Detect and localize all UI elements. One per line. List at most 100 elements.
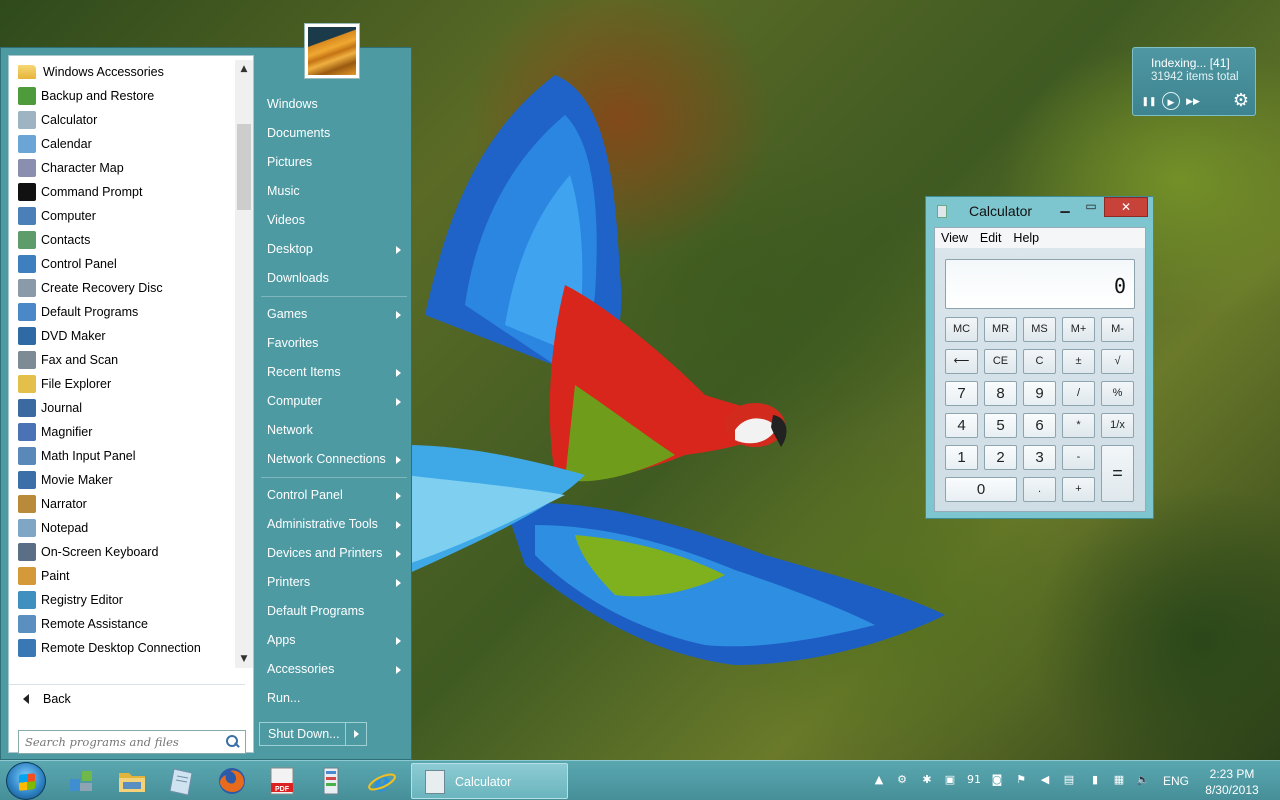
place-item[interactable]: Games xyxy=(259,300,407,329)
key-mc[interactable]: MC xyxy=(945,317,978,342)
program-item[interactable]: Remote Assistance xyxy=(9,612,235,636)
program-item[interactable]: Calculator xyxy=(9,108,235,132)
program-item[interactable]: Backup and Restore xyxy=(9,84,235,108)
key-equals[interactable]: = xyxy=(1101,445,1134,502)
program-item[interactable]: File Explorer xyxy=(9,372,235,396)
search-icon[interactable] xyxy=(223,733,241,751)
maximize-button[interactable]: ▭ xyxy=(1078,197,1104,217)
program-item[interactable]: Notepad xyxy=(9,516,235,540)
program-item[interactable]: Character Map xyxy=(9,156,235,180)
program-item[interactable]: Control Panel xyxy=(9,252,235,276)
file-explorer-icon[interactable] xyxy=(116,765,148,797)
key-1[interactable]: 1 xyxy=(945,445,978,470)
program-item[interactable]: Magnifier xyxy=(9,420,235,444)
play-icon[interactable]: ▶ xyxy=(1162,92,1180,110)
network-icon[interactable]: ▦ xyxy=(1112,773,1126,787)
place-item[interactable]: Computer xyxy=(259,387,407,416)
place-item[interactable]: Favorites xyxy=(259,329,407,358)
network-adapter-tray-icon[interactable]: ⚙ xyxy=(895,773,909,787)
signal-bars-icon[interactable]: ▮ xyxy=(1088,773,1102,787)
place-item[interactable]: Windows xyxy=(259,90,407,119)
key-backspace[interactable]: ⟵ xyxy=(945,349,978,374)
key-6[interactable]: 6 xyxy=(1023,413,1056,438)
search-input[interactable] xyxy=(19,732,223,752)
key-multiply[interactable]: * xyxy=(1062,413,1095,438)
star-tray-icon[interactable]: ✱ xyxy=(920,773,934,787)
key-2[interactable]: 2 xyxy=(984,445,1017,470)
program-item[interactable]: Math Input Panel xyxy=(9,444,235,468)
menu-edit[interactable]: Edit xyxy=(980,231,1002,245)
place-item[interactable]: Recent Items xyxy=(259,358,407,387)
fast-forward-icon[interactable]: ▶▶ xyxy=(1184,92,1202,110)
key-add[interactable]: + xyxy=(1062,477,1095,502)
key-8[interactable]: 8 xyxy=(984,381,1017,406)
place-item[interactable]: Default Programs xyxy=(259,597,407,626)
program-item[interactable]: Movie Maker xyxy=(9,468,235,492)
shutdown-button[interactable]: Shut Down... xyxy=(259,722,367,746)
place-item[interactable]: Apps xyxy=(259,626,407,655)
speaker-small-icon[interactable]: ◀ xyxy=(1038,773,1052,787)
key-9[interactable]: 9 xyxy=(1023,381,1056,406)
program-item[interactable]: On-Screen Keyboard xyxy=(9,540,235,564)
program-item[interactable]: Fax and Scan xyxy=(9,348,235,372)
clock[interactable]: 2:23 PM 8/30/2013 xyxy=(1196,766,1268,798)
gear-icon[interactable]: ⚙ xyxy=(1231,90,1251,110)
internet-explorer-icon[interactable]: e xyxy=(366,765,398,797)
language-indicator[interactable]: ENG xyxy=(1163,774,1189,788)
scroll-up-icon[interactable]: ▲ xyxy=(235,60,253,78)
program-item[interactable]: Journal xyxy=(9,396,235,420)
program-item[interactable]: DVD Maker xyxy=(9,324,235,348)
key-5[interactable]: 5 xyxy=(984,413,1017,438)
calculator-titlebar[interactable]: Calculator ▁ ▭ ✕ xyxy=(926,197,1153,225)
program-item[interactable]: Command Prompt xyxy=(9,180,235,204)
program-item[interactable]: Calendar xyxy=(9,132,235,156)
key-reciprocal[interactable]: 1/x xyxy=(1101,413,1134,438)
key-ce[interactable]: CE xyxy=(984,349,1017,374)
notepad-icon[interactable] xyxy=(166,765,198,797)
network-tools-icon[interactable] xyxy=(66,765,98,797)
key-ms[interactable]: MS xyxy=(1023,317,1056,342)
key-m-minus[interactable]: M- xyxy=(1101,317,1134,342)
close-button[interactable]: ✕ xyxy=(1104,197,1148,217)
menu-help[interactable]: Help xyxy=(1013,231,1039,245)
device-tray-icon[interactable]: ▤ xyxy=(1062,773,1076,787)
place-item[interactable]: Pictures xyxy=(259,148,407,177)
monitor-tray-icon[interactable]: ▣ xyxy=(943,773,957,787)
key-divide[interactable]: / xyxy=(1062,381,1095,406)
program-item[interactable]: Paint xyxy=(9,564,235,588)
place-item[interactable]: Printers xyxy=(259,568,407,597)
key-0[interactable]: 0 xyxy=(945,477,1017,502)
pdf-icon[interactable]: PDF xyxy=(266,765,298,797)
firefox-icon[interactable] xyxy=(216,765,248,797)
task-manager-icon[interactable] xyxy=(316,765,348,797)
place-item[interactable]: Network Connections xyxy=(259,445,407,474)
key-negate[interactable]: ± xyxy=(1062,349,1095,374)
scroll-thumb[interactable] xyxy=(237,124,251,210)
key-subtract[interactable]: - xyxy=(1062,445,1095,470)
user-picture[interactable] xyxy=(304,23,360,79)
place-item[interactable]: Network xyxy=(259,416,407,445)
show-hidden-icons-icon[interactable]: ▲ xyxy=(872,773,886,787)
temperature-tray[interactable]: 91 xyxy=(966,773,982,787)
place-item[interactable]: Documents xyxy=(259,119,407,148)
program-item[interactable]: Computer xyxy=(9,204,235,228)
program-list-scrollbar[interactable]: ▲ ▼ xyxy=(235,60,253,668)
calculator-app-icon[interactable] xyxy=(937,205,947,218)
key-percent[interactable]: % xyxy=(1101,381,1134,406)
search-box[interactable] xyxy=(18,730,246,754)
key-m-plus[interactable]: M+ xyxy=(1062,317,1095,342)
key-decimal[interactable]: . xyxy=(1023,477,1056,502)
program-item[interactable]: Default Programs xyxy=(9,300,235,324)
program-item[interactable]: Registry Editor xyxy=(9,588,235,612)
action-center-flag-icon[interactable]: ⚑ xyxy=(1014,773,1028,787)
place-item[interactable]: Run... xyxy=(259,684,407,713)
place-item[interactable]: Administrative Tools xyxy=(259,510,407,539)
menu-view[interactable]: View xyxy=(941,231,968,245)
place-item[interactable]: Videos xyxy=(259,206,407,235)
back-button[interactable]: Back xyxy=(9,684,245,708)
key-7[interactable]: 7 xyxy=(945,381,978,406)
place-item[interactable]: Accessories xyxy=(259,655,407,684)
app-tray-icon[interactable]: ◙ xyxy=(990,773,1004,787)
taskbar-calculator-button[interactable]: Calculator xyxy=(411,763,568,799)
program-item[interactable]: Contacts xyxy=(9,228,235,252)
